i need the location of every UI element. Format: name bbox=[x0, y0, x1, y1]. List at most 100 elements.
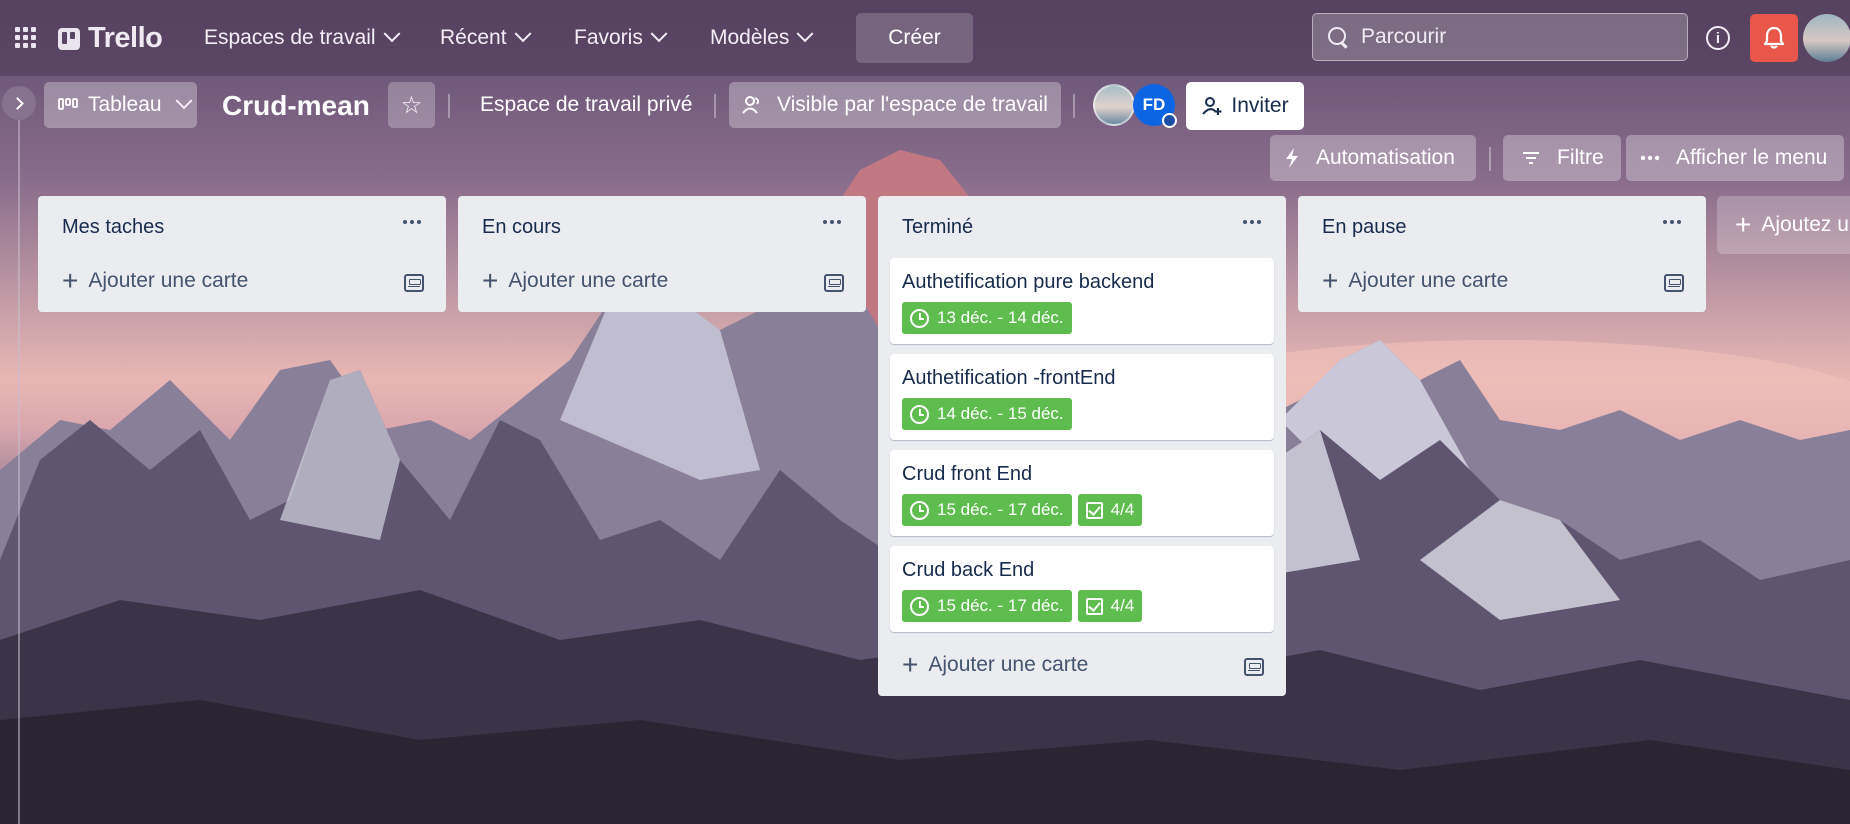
bell-icon bbox=[1763, 26, 1785, 49]
list-title[interactable]: En pause bbox=[1322, 216, 1407, 239]
board-header: Tableau Crud-mean ☆ Espace de travail pr… bbox=[0, 76, 1850, 824]
card-title: Authetification -frontEnd bbox=[902, 367, 1116, 389]
plus-icon: + bbox=[1322, 265, 1339, 296]
trello-logo-icon bbox=[58, 27, 80, 50]
add-card-row: + Ajouter une carte bbox=[1298, 258, 1706, 312]
card-badges: 15 déc. - 17 déc. 4/4 bbox=[902, 494, 1262, 526]
list-header: Mes taches bbox=[38, 196, 446, 258]
create-button[interactable]: Créer bbox=[856, 13, 973, 63]
card-template-icon[interactable] bbox=[1244, 658, 1264, 676]
checklist-icon bbox=[1085, 597, 1103, 615]
star-icon: ☆ bbox=[400, 91, 423, 119]
list-title[interactable]: Mes taches bbox=[62, 216, 164, 239]
trello-logo[interactable]: Trello bbox=[58, 22, 163, 55]
clock-icon bbox=[910, 596, 929, 616]
card-badges: 14 déc. - 15 déc. bbox=[902, 398, 1262, 430]
header-divider bbox=[1073, 94, 1075, 118]
member-avatar-fd[interactable]: FD bbox=[1133, 84, 1177, 128]
card-template-icon[interactable] bbox=[404, 274, 424, 292]
checklist-count: 4/4 bbox=[1110, 596, 1135, 615]
nav-label: Récent bbox=[440, 26, 507, 49]
list-en-pause: En pause + Ajouter une carte bbox=[1298, 196, 1706, 312]
checklist-badge: 4/4 bbox=[1077, 494, 1143, 526]
clock-icon bbox=[910, 308, 929, 328]
nav-workspaces[interactable]: Espaces de travail bbox=[196, 20, 406, 56]
add-card-row: + Ajouter une carte bbox=[878, 642, 1286, 696]
card[interactable]: Crud front End 15 déc. - 17 déc. 4/4 bbox=[890, 450, 1274, 536]
info-icon[interactable]: i bbox=[1706, 26, 1730, 50]
logo-text: Trello bbox=[88, 22, 163, 54]
board-view-switcher[interactable]: Tableau bbox=[44, 82, 197, 128]
add-card-button[interactable]: + Ajouter une carte bbox=[62, 265, 249, 296]
due-date-text: 15 déc. - 17 déc. bbox=[937, 596, 1064, 615]
menu-label: Afficher le menu bbox=[1676, 146, 1828, 169]
nav-templates[interactable]: Modèles bbox=[702, 20, 819, 56]
due-date-badge[interactable]: 15 déc. - 17 déc. bbox=[902, 590, 1072, 622]
add-card-button[interactable]: + Ajouter une carte bbox=[902, 651, 1089, 679]
nav-favorites[interactable]: Favoris bbox=[566, 20, 673, 56]
add-card-row: + Ajouter une carte bbox=[38, 258, 446, 312]
board-view-icon bbox=[58, 98, 78, 110]
visibility-label: Visible par l'espace de travail bbox=[777, 93, 1048, 116]
add-card-button[interactable]: + Ajouter une carte bbox=[1322, 265, 1508, 296]
card-badges: 15 déc. - 17 déc. 4/4 bbox=[902, 590, 1262, 622]
filter-label: Filtre bbox=[1557, 146, 1604, 169]
invite-button[interactable]: Inviter bbox=[1186, 82, 1304, 130]
card-template-icon[interactable] bbox=[1664, 274, 1684, 292]
chevron-down-icon bbox=[650, 25, 668, 43]
list-menu-icon[interactable] bbox=[396, 210, 428, 234]
plus-icon: + bbox=[1735, 209, 1752, 240]
filter-icon bbox=[1523, 152, 1539, 164]
due-date-badge[interactable]: 15 déc. - 17 déc. bbox=[902, 494, 1072, 526]
due-date-badge[interactable]: 13 déc. - 14 déc. bbox=[902, 302, 1072, 334]
add-list-label: Ajoutez u bbox=[1761, 213, 1849, 236]
notifications-button[interactable] bbox=[1750, 14, 1798, 62]
people-icon bbox=[742, 96, 760, 114]
list-menu-icon[interactable] bbox=[816, 210, 848, 234]
board-title[interactable]: Crud-mean bbox=[222, 90, 370, 122]
list-termine: Terminé Authetification pure backend 13 … bbox=[878, 196, 1286, 696]
add-list-button[interactable]: + Ajoutez u bbox=[1717, 196, 1850, 254]
due-date-text: 13 déc. - 14 déc. bbox=[937, 308, 1064, 327]
add-card-label: Ajouter une carte bbox=[88, 269, 249, 292]
list-title[interactable]: Terminé bbox=[902, 216, 973, 239]
member-avatar[interactable] bbox=[1093, 84, 1135, 126]
workspace-button[interactable]: Espace de travail privé bbox=[466, 82, 706, 128]
card-template-icon[interactable] bbox=[824, 274, 844, 292]
plus-icon: + bbox=[62, 265, 79, 296]
star-board-button[interactable]: ☆ bbox=[388, 82, 435, 128]
filter-button[interactable]: Filtre bbox=[1503, 135, 1621, 181]
show-menu-button[interactable]: Afficher le menu bbox=[1626, 135, 1844, 181]
card[interactable]: Crud back End 15 déc. - 17 déc. 4/4 bbox=[890, 546, 1274, 632]
app-switcher-icon[interactable] bbox=[12, 24, 40, 52]
card[interactable]: Authetification pure backend 13 déc. - 1… bbox=[890, 258, 1274, 344]
list-title[interactable]: En cours bbox=[482, 216, 561, 239]
plus-icon: + bbox=[482, 265, 499, 296]
list-menu-icon[interactable] bbox=[1236, 210, 1268, 234]
chevron-right-icon bbox=[11, 96, 24, 110]
nav-label: Espaces de travail bbox=[204, 26, 376, 49]
card[interactable]: Authetification -frontEnd 14 déc. - 15 d… bbox=[890, 354, 1274, 440]
admin-badge-icon bbox=[1162, 113, 1177, 128]
checklist-badge: 4/4 bbox=[1077, 590, 1143, 622]
sidebar-toggle[interactable] bbox=[2, 86, 36, 120]
list-mes-taches: Mes taches + Ajouter une carte bbox=[38, 196, 446, 312]
nav-recent[interactable]: Récent bbox=[432, 20, 537, 56]
due-date-badge[interactable]: 14 déc. - 15 déc. bbox=[902, 398, 1072, 430]
list-header: En pause bbox=[1298, 196, 1706, 258]
add-card-button[interactable]: + Ajouter une carte bbox=[482, 265, 669, 296]
search-input[interactable] bbox=[1361, 25, 1661, 49]
chevron-down-icon bbox=[514, 25, 532, 43]
top-navigation: Trello Espaces de travail Récent Favoris… bbox=[0, 0, 1850, 76]
automation-button[interactable]: Automatisation bbox=[1270, 135, 1476, 181]
search-box[interactable] bbox=[1312, 13, 1688, 61]
list-menu-icon[interactable] bbox=[1656, 210, 1688, 234]
search-icon bbox=[1327, 26, 1349, 48]
user-avatar[interactable] bbox=[1803, 14, 1850, 62]
add-user-icon bbox=[1202, 97, 1222, 115]
add-card-label: Ajouter une carte bbox=[928, 653, 1089, 676]
card-badges: 13 déc. - 14 déc. bbox=[902, 302, 1262, 334]
visibility-button[interactable]: Visible par l'espace de travail bbox=[729, 82, 1061, 128]
add-card-label: Ajouter une carte bbox=[508, 269, 669, 292]
card-title: Authetification pure backend bbox=[902, 271, 1155, 293]
